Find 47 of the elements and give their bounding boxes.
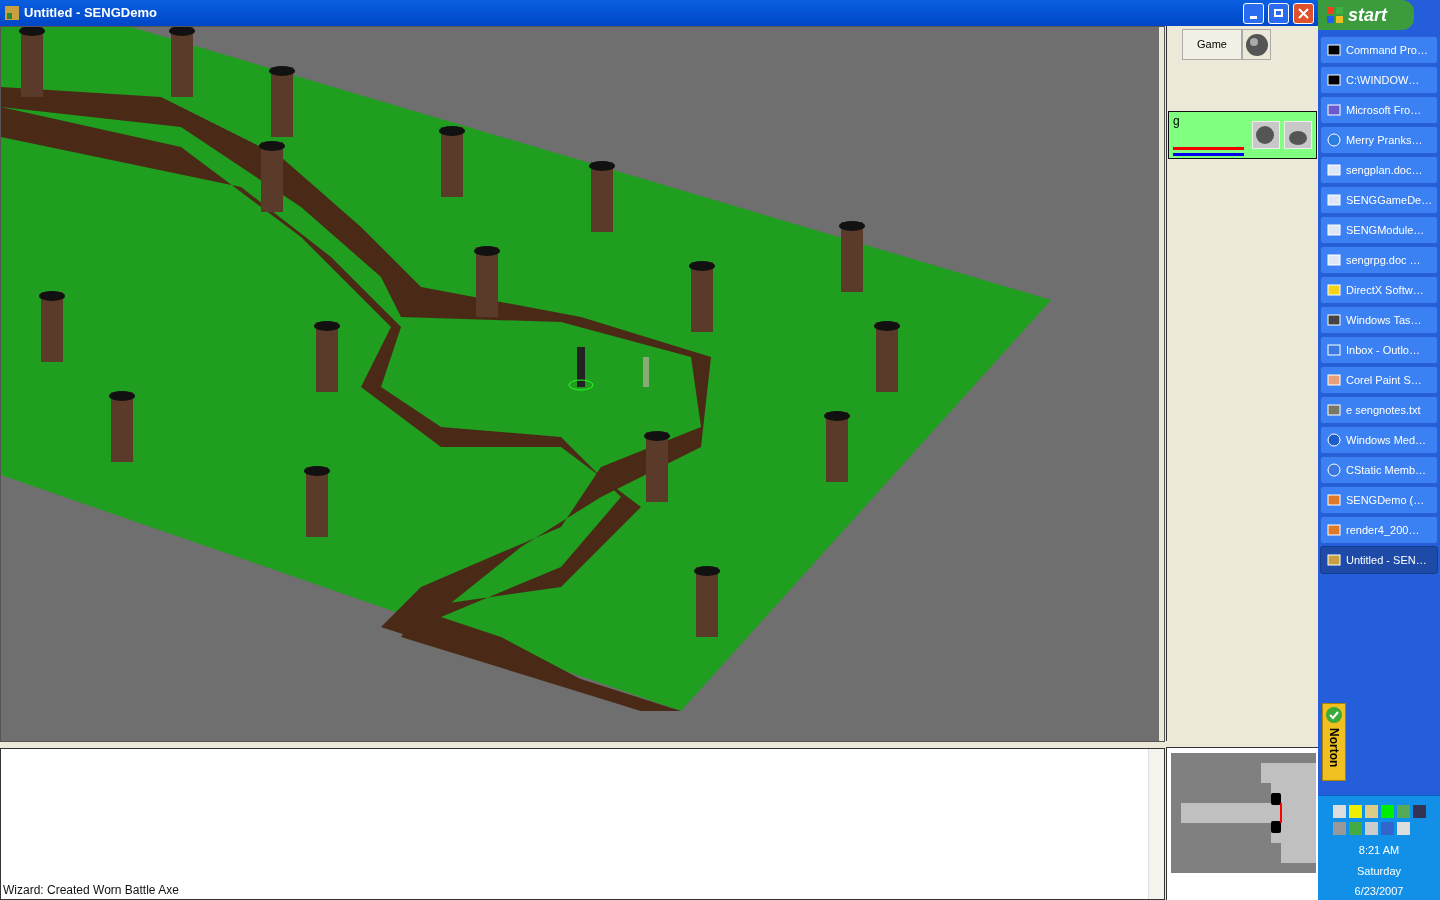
- taskbar-button[interactable]: sengplan.doc…: [1320, 156, 1438, 184]
- taskbar-button[interactable]: Merry Pranks…: [1320, 126, 1438, 154]
- document-icon: [1327, 223, 1341, 237]
- taskbar-button[interactable]: SENGDemo (…: [1320, 486, 1438, 514]
- window-title: Untitled - SENGDemo: [24, 4, 157, 23]
- console-icon: [1327, 43, 1341, 57]
- taskbar-button[interactable]: e sengnotes.txt: [1320, 396, 1438, 424]
- taskbar-button[interactable]: C:\WINDOW…: [1320, 66, 1438, 94]
- console-icon: [1327, 73, 1341, 87]
- document-icon: [1327, 163, 1341, 177]
- globe-icon: [1244, 32, 1269, 57]
- taskbar-button[interactable]: Untitled - SEN…: [1320, 546, 1438, 574]
- globe-button[interactable]: [1242, 29, 1271, 60]
- game-tab[interactable]: Game: [1182, 29, 1242, 60]
- scrollbar[interactable]: [1148, 749, 1164, 899]
- party-member-card[interactable]: g: [1168, 111, 1317, 159]
- taskbar-button[interactable]: Command Pro…: [1320, 36, 1438, 64]
- taskbar-button[interactable]: Inbox - Outlo…: [1320, 336, 1438, 364]
- taskbar-button[interactable]: Microsoft Fro…: [1320, 96, 1438, 124]
- taskbar-button[interactable]: Windows Med…: [1320, 426, 1438, 454]
- taskbar-button[interactable]: Windows Tas…: [1320, 306, 1438, 334]
- taskbar-button[interactable]: CStatic Memb…: [1320, 456, 1438, 484]
- minimize-button[interactable]: [1243, 2, 1264, 24]
- taskbar-button[interactable]: sengrpg.doc …: [1320, 246, 1438, 274]
- taskbar-button[interactable]: DirectX Softw…: [1320, 276, 1438, 304]
- pot-button[interactable]: [1284, 121, 1312, 149]
- norton-button[interactable]: Norton: [1322, 703, 1346, 781]
- restore-button[interactable]: [1268, 2, 1289, 24]
- taskbar-button[interactable]: SENGModule…: [1320, 216, 1438, 244]
- tray-icons-drawing[interactable]: [1331, 804, 1427, 838]
- checkmark-icon: [1325, 706, 1343, 724]
- windows-logo-icon: [1326, 6, 1344, 24]
- close-icon: [1298, 7, 1309, 19]
- game-scene-drawing[interactable]: [1, 27, 1159, 741]
- taskbar-button[interactable]: Corel Paint S…: [1320, 366, 1438, 394]
- taskbar-button[interactable]: render4_200…: [1320, 516, 1438, 544]
- log-message: Wizard: Created Worn Battle Axe: [2, 882, 180, 899]
- clock-date: 6/23/2007: [1354, 884, 1404, 899]
- start-button[interactable]: start: [1318, 0, 1414, 30]
- document-icon: [1327, 193, 1341, 207]
- clock-time: 8:21 AM: [1358, 843, 1400, 858]
- clock-day: Saturday: [1357, 862, 1401, 879]
- close-button[interactable]: [1293, 2, 1314, 24]
- document-icon: [1327, 253, 1341, 267]
- member-name: g: [1173, 114, 1181, 127]
- taskbar-button[interactable]: SENGGameDe…: [1320, 186, 1438, 214]
- head-button[interactable]: [1252, 121, 1280, 149]
